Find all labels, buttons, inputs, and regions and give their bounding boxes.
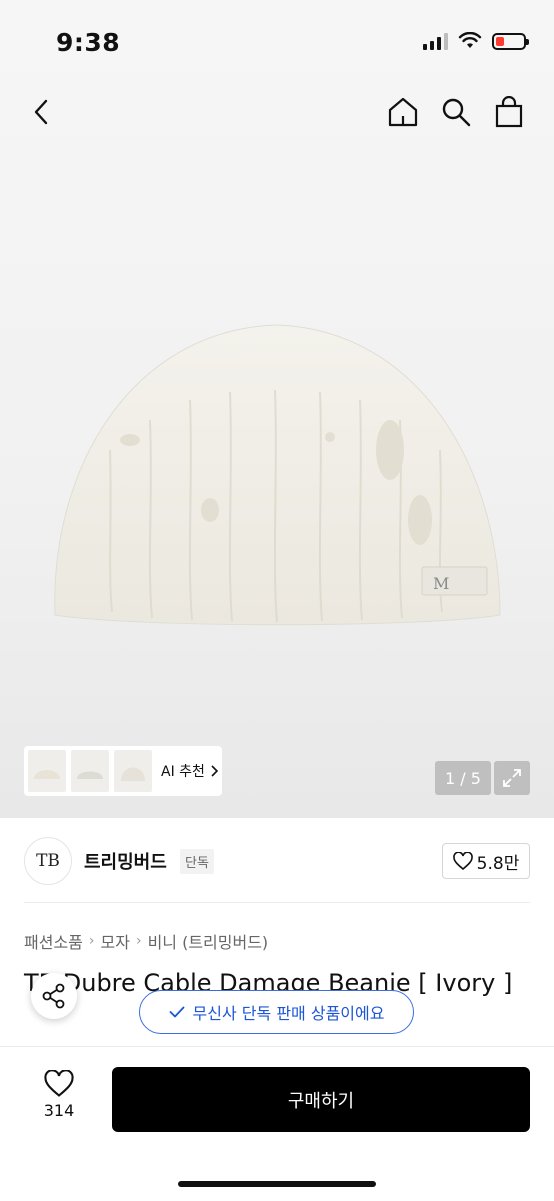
- breadcrumb-item[interactable]: 비니 (트리밍버드): [148, 929, 269, 953]
- divider: [24, 902, 530, 903]
- back-chevron-icon: [34, 99, 48, 125]
- battery-icon: [492, 32, 529, 50]
- beanie-thumbnail[interactable]: [71, 750, 109, 792]
- shopping-bag-icon: [495, 96, 523, 128]
- home-button[interactable]: [381, 90, 425, 134]
- exclusive-badge: 단독: [180, 849, 214, 874]
- beanie-thumbnail-icon: [34, 770, 60, 779]
- status-time: 9:38: [56, 28, 121, 57]
- beanie-thumbnail-icon: [121, 767, 145, 781]
- status-icons: [423, 32, 529, 50]
- share-button[interactable]: [31, 973, 77, 1019]
- heart-icon: [44, 1070, 74, 1097]
- brand-name[interactable]: 트리밍버드: [84, 848, 167, 874]
- expand-icon: [503, 769, 521, 787]
- signal-icon: [423, 32, 448, 50]
- chevron-right-icon: ›: [135, 933, 142, 949]
- heart-icon: [452, 852, 473, 870]
- ai-recommend-label: AI 추천: [161, 764, 205, 780]
- buy-button[interactable]: 구매하기: [112, 1067, 530, 1132]
- brand-like-count: 5.8만: [476, 853, 520, 874]
- image-counter: 1 / 5: [435, 761, 491, 795]
- expand-button[interactable]: [494, 761, 530, 795]
- beanie-thumbnail[interactable]: [28, 750, 66, 792]
- ai-recommend-button[interactable]: AI 추천: [161, 761, 219, 781]
- brand-like-button[interactable]: 5.8만: [442, 843, 530, 879]
- brand-logo[interactable]: TB: [24, 837, 72, 885]
- breadcrumb: 패션소품 › 모자 › 비니 (트리밍버드): [24, 929, 268, 953]
- share-icon: [42, 983, 65, 1009]
- exclusive-toast: 무신사 단독 판매 상품이에요: [139, 990, 414, 1034]
- wishlist-button[interactable]: 314: [34, 1070, 84, 1120]
- chevron-right-icon: ›: [88, 933, 95, 949]
- home-indicator: [178, 1181, 376, 1187]
- svg-text:M: M: [433, 574, 449, 593]
- search-icon: [442, 98, 471, 127]
- chevron-right-icon: [211, 765, 219, 777]
- beanie-thumbnail-icon: [77, 771, 103, 779]
- cart-button[interactable]: [487, 90, 531, 134]
- wifi-icon: [458, 32, 482, 48]
- wishlist-count: 314: [43, 1101, 75, 1120]
- toast-text: 무신사 단독 판매 상품이에요: [192, 1004, 385, 1023]
- breadcrumb-item[interactable]: 모자: [101, 929, 130, 953]
- home-icon: [388, 97, 418, 127]
- check-icon: [169, 1006, 184, 1018]
- breadcrumb-item[interactable]: 패션소품: [24, 929, 83, 953]
- search-button[interactable]: [434, 90, 478, 134]
- thumbnail-strip[interactable]: AI 추천: [24, 746, 222, 796]
- beanie-thumbnail[interactable]: [114, 750, 152, 792]
- back-button[interactable]: [20, 90, 64, 134]
